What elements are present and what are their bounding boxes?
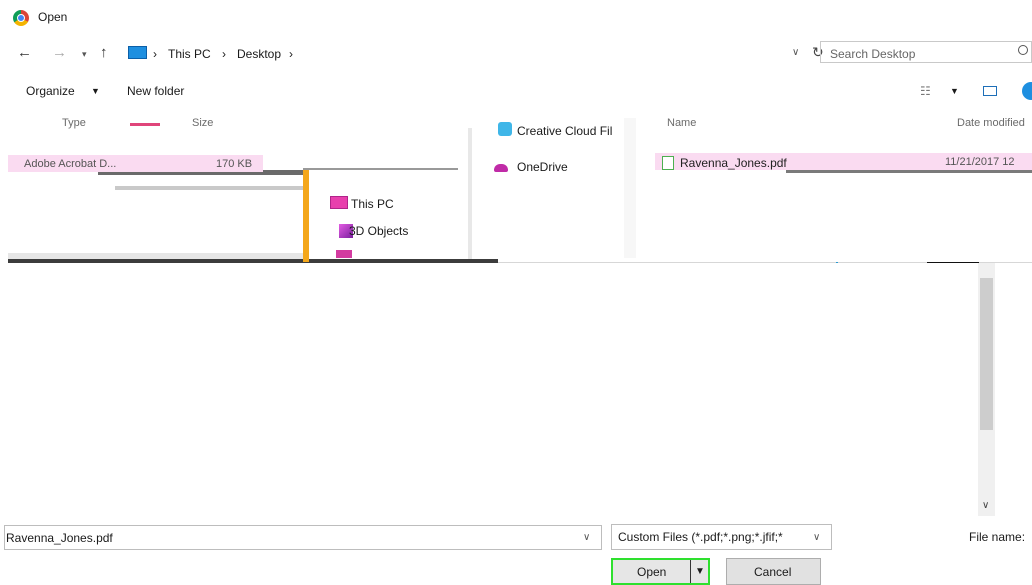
onedrive-icon (494, 164, 508, 172)
cancel-button-label[interactable]: Cancel (754, 565, 791, 579)
column-header-date-modified[interactable]: Date modified (957, 117, 1025, 129)
view-dropdown-icon[interactable]: ▼ (950, 86, 959, 96)
file-name-label: File name: (969, 530, 1025, 544)
scroll-down-arrow-icon[interactable]: ∨ (982, 500, 989, 511)
render-artifact (786, 170, 1032, 173)
title-bar: Open (0, 0, 1032, 34)
recent-locations-chevron-icon[interactable]: ▾ (82, 49, 87, 60)
nav-item-3d-objects[interactable]: 3D Objects (349, 224, 408, 238)
file-name-value[interactable]: Ravenna_Jones.pdf (6, 531, 113, 545)
open-button-label[interactable]: Open (637, 565, 666, 579)
column-header-name[interactable]: Name (667, 117, 696, 129)
breadcrumb-separator[interactable]: › (222, 47, 226, 61)
selected-file-name[interactable]: Ravenna_Jones.pdf (680, 156, 787, 170)
breadcrumb-desktop[interactable]: Desktop (237, 47, 281, 61)
breadcrumb-separator[interactable]: › (153, 47, 157, 61)
preview-pane-icon[interactable] (983, 86, 997, 96)
file-row-name: Adobe Acrobat D... (24, 158, 116, 170)
creative-cloud-icon (498, 122, 512, 136)
chrome-icon (13, 10, 29, 26)
render-artifact (8, 253, 308, 259)
render-artifact (303, 170, 309, 262)
desktop-folder-icon (336, 250, 352, 258)
selected-file-date: 11/21/2017 12 (945, 156, 1015, 168)
pc-icon (128, 46, 147, 59)
render-artifact (624, 118, 636, 258)
render-artifact (130, 123, 160, 126)
open-split-divider (690, 560, 691, 583)
open-dropdown-icon[interactable]: ▼ (695, 566, 705, 577)
file-list-pane[interactable] (8, 263, 1032, 516)
address-dropdown-chevron-icon[interactable]: ∨ (792, 47, 799, 58)
back-arrow-icon[interactable]: ← (17, 44, 32, 61)
nav-item-onedrive[interactable]: OneDrive (517, 160, 568, 174)
up-arrow-icon[interactable]: ↑ (100, 44, 108, 61)
nav-item-this-pc[interactable]: This PC (351, 197, 394, 211)
pdf-file-icon (662, 156, 674, 170)
file-type-value[interactable]: Custom Files (*.pdf;*.png;*.jfif;* (618, 530, 783, 544)
new-folder-button[interactable]: New folder (127, 84, 184, 98)
forward-arrow-icon[interactable]: → (52, 44, 67, 61)
file-name-dropdown-icon[interactable]: ∨ (583, 532, 590, 543)
window-title: Open (38, 10, 67, 24)
breadcrumb-separator[interactable]: › (289, 47, 293, 61)
render-artifact (468, 128, 472, 268)
file-row-size: 170 KB (216, 158, 252, 170)
column-header-type[interactable]: Type (62, 117, 86, 129)
render-artifact (303, 168, 458, 170)
organize-dropdown-icon[interactable]: ▼ (91, 86, 100, 96)
column-header-size[interactable]: Size (192, 117, 213, 129)
search-icon[interactable] (1018, 45, 1028, 55)
organize-button[interactable]: Organize (26, 84, 75, 98)
file-type-dropdown-icon[interactable]: ∨ (813, 532, 820, 543)
nav-item-creative-cloud[interactable]: Creative Cloud Fil (517, 124, 612, 138)
breadcrumb-this-pc[interactable]: This PC (168, 47, 211, 61)
help-icon[interactable] (1022, 82, 1032, 100)
search-input[interactable]: Search Desktop (830, 47, 915, 61)
computer-icon (330, 196, 348, 209)
render-artifact (115, 186, 303, 190)
scrollbar-thumb[interactable] (980, 278, 993, 430)
change-view-icon[interactable]: ☷ (920, 84, 931, 98)
